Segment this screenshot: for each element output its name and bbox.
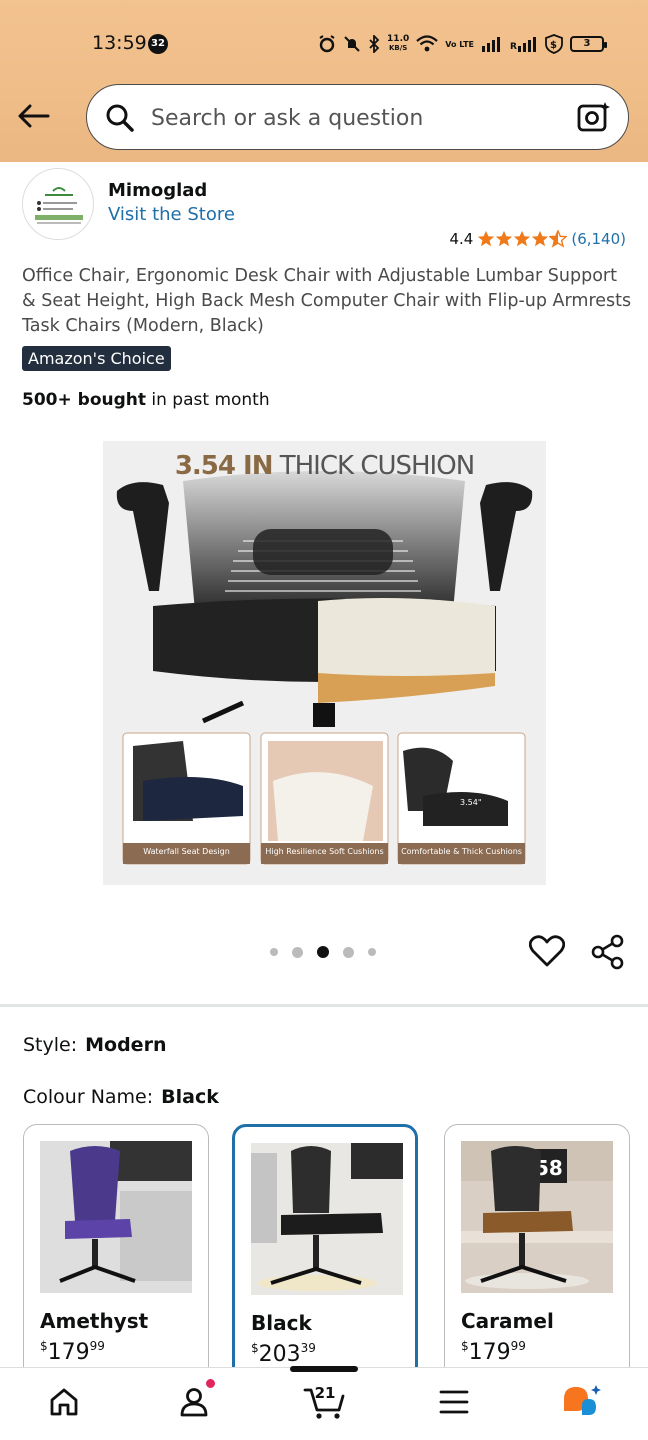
vpn-shield-icon: $ xyxy=(545,34,563,54)
star-full-icon xyxy=(478,230,495,247)
selected-colour: Black xyxy=(161,1086,219,1108)
product-rating[interactable]: 4.4 (6,140) xyxy=(449,230,626,248)
search-bar[interactable] xyxy=(86,84,629,150)
dimension-label: 3.54" xyxy=(460,798,482,807)
share-button[interactable] xyxy=(591,934,625,975)
back-arrow-icon xyxy=(18,104,50,128)
menu-icon xyxy=(439,1390,469,1414)
nav-menu[interactable] xyxy=(434,1382,474,1422)
carousel-dots[interactable] xyxy=(270,946,376,958)
store-logo[interactable] xyxy=(22,168,94,240)
colour-option-amethyst[interactable]: Amethyst $17999 xyxy=(23,1124,209,1384)
store-logo-image xyxy=(35,187,83,224)
signal-icon xyxy=(482,37,500,52)
bottom-navigation: 21 xyxy=(0,1366,648,1440)
bluetooth-icon xyxy=(369,35,380,53)
mute-icon xyxy=(344,36,360,52)
product-image-carousel[interactable]: 3.54 IN THICK CUSHION 3.54" Waterfall Se… xyxy=(103,441,546,885)
star-full-icon xyxy=(532,230,549,247)
signal-roaming-icon: R xyxy=(510,37,536,52)
status-icons: 11.0 KB/S Vo LTE R $ 3 xyxy=(318,32,607,56)
colour-option-black[interactable]: Black $20339 xyxy=(232,1124,418,1384)
nav-cart[interactable]: 21 xyxy=(302,1382,348,1422)
panel-label-2: High Resilience Soft Cushions xyxy=(265,847,384,856)
panel-label-1: Waterfall Seat Design xyxy=(143,847,230,856)
swatch-price: $20339 xyxy=(251,1341,316,1367)
product-title: Office Chair, Ergonomic Desk Chair with … xyxy=(22,266,632,336)
star-full-icon xyxy=(496,230,513,247)
carousel-dot[interactable] xyxy=(368,948,376,956)
notification-count-badge: 32 xyxy=(148,34,168,54)
svg-text:$: $ xyxy=(550,40,557,51)
battery-indicator: 3 xyxy=(570,36,607,52)
swatch-thumbnail xyxy=(251,1143,403,1295)
swatch-thumbnail xyxy=(40,1141,192,1293)
swatch-price: $17999 xyxy=(40,1339,105,1365)
svg-text:R: R xyxy=(510,42,517,52)
star-full-icon xyxy=(514,230,531,247)
back-button[interactable] xyxy=(16,98,52,134)
carousel-dot-active[interactable] xyxy=(317,946,329,958)
swatch-price: $17999 xyxy=(461,1339,526,1365)
heart-icon xyxy=(528,935,566,967)
nav-account[interactable] xyxy=(174,1378,216,1422)
account-icon xyxy=(180,1388,208,1417)
selected-style: Modern xyxy=(85,1034,167,1056)
notification-dot xyxy=(205,1378,216,1389)
store-name: Mimoglad xyxy=(108,180,208,201)
panel-label-3: Comfortable & Thick Cushions xyxy=(401,847,522,856)
section-divider xyxy=(0,1004,648,1007)
rating-stars xyxy=(477,230,568,248)
carousel-dot[interactable] xyxy=(292,946,303,958)
rating-value: 4.4 xyxy=(449,230,474,248)
search-input[interactable] xyxy=(151,103,551,133)
nav-home[interactable] xyxy=(44,1382,84,1422)
chair-cushion-illustration xyxy=(116,471,533,865)
swatch-thumbnail: 58 .2 xyxy=(461,1141,613,1293)
visit-store-link[interactable]: Visit the Store xyxy=(108,204,235,225)
colour-selector: Colour Name: Black xyxy=(23,1086,219,1108)
carousel-dot[interactable] xyxy=(270,948,278,956)
home-icon xyxy=(50,1388,78,1416)
nav-rufus[interactable] xyxy=(562,1382,602,1422)
share-icon xyxy=(591,934,624,970)
app-header: 13:59 32 11.0 KB/S Vo LTE R $ 3 xyxy=(0,0,648,162)
status-time: 13:59 xyxy=(92,32,147,54)
add-to-list-button[interactable] xyxy=(528,934,566,973)
camera-search-icon[interactable] xyxy=(576,99,612,135)
swatch-name: Black xyxy=(251,1311,312,1335)
alarm-icon xyxy=(319,35,335,53)
rating-count[interactable]: (6,140) xyxy=(571,230,626,248)
bought-in-past-month: 500+ bought in past month xyxy=(22,390,270,410)
volte-indicator: Vo LTE xyxy=(445,39,474,49)
star-half-icon xyxy=(549,230,568,248)
search-icon xyxy=(106,104,134,132)
swatch-name: Caramel xyxy=(461,1309,554,1333)
wifi-icon xyxy=(416,35,439,52)
status-bar: 13:59 32 11.0 KB/S Vo LTE R $ 3 xyxy=(0,22,648,66)
image-caption: 3.54 IN THICK CUSHION xyxy=(174,451,475,481)
carousel-dot[interactable] xyxy=(343,946,354,958)
colour-option-caramel[interactable]: 58 .2 Caramel $17999 xyxy=(444,1124,630,1384)
network-speed: 11.0 KB/S xyxy=(387,34,410,53)
swatch-name: Amethyst xyxy=(40,1309,149,1333)
amazons-choice-badge: Amazon's Choice xyxy=(22,346,171,371)
active-tab-indicator xyxy=(290,1366,358,1372)
style-selector: Style: Modern xyxy=(23,1034,167,1056)
rufus-assistant-icon xyxy=(564,1385,601,1415)
cart-count: 21 xyxy=(314,1384,336,1402)
